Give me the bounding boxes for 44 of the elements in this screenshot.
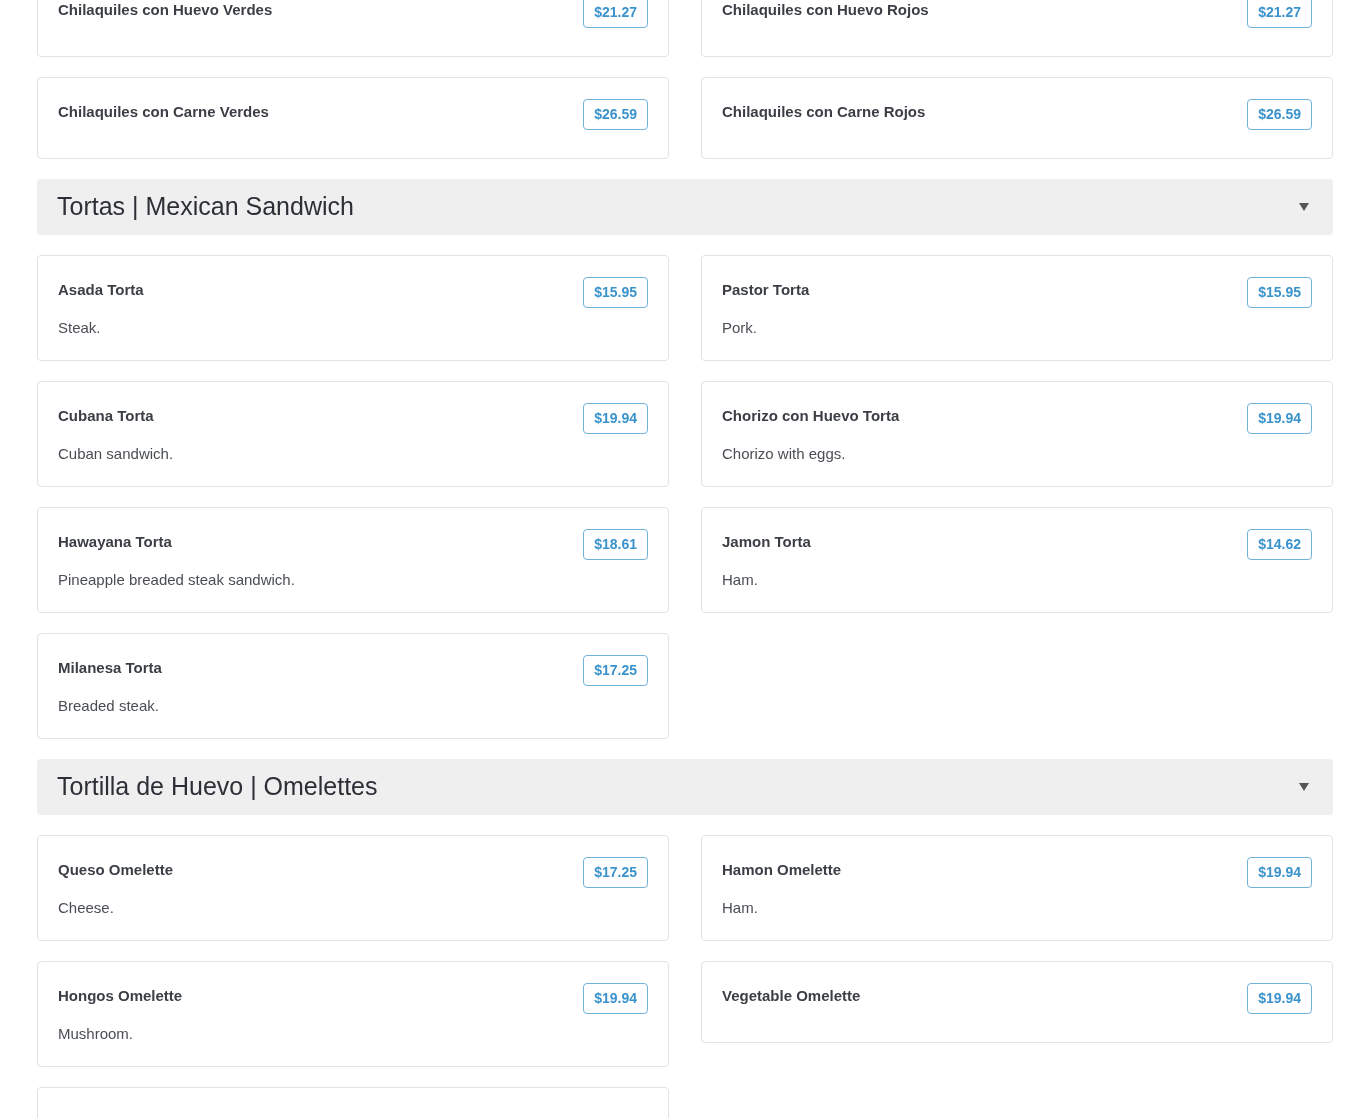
item-name: Chilaquiles con Huevo Verdes <box>58 0 273 20</box>
item-name: Pastor Torta <box>722 280 810 300</box>
item-price: $19.94 <box>1247 857 1312 888</box>
section-header[interactable]: Tortas | Mexican Sandwich <box>37 179 1333 235</box>
item-name: Hongos Omelette <box>58 986 183 1006</box>
item-price: $19.94 <box>1247 403 1312 434</box>
item-name: Cubana Torta <box>58 406 154 426</box>
item-price: $15.95 <box>1247 277 1312 308</box>
item-name: Hawayana Torta <box>58 532 172 552</box>
item-name: Asada Torta <box>58 280 144 300</box>
item-name: Hamon Omelette <box>722 860 842 880</box>
item-description: Chorizo with eggs. <box>722 444 847 464</box>
item-name: Queso Omelette <box>58 860 174 880</box>
item-description: Mushroom. <box>58 1024 135 1044</box>
item-name: Chorizo con Huevo Torta <box>722 406 900 426</box>
item-description: Pineapple breaded steak sandwich. <box>58 570 296 590</box>
item-price: $15.95 <box>583 277 648 308</box>
item-name: Chilaquiles con Carne Rojos <box>722 102 926 122</box>
section-title: Tortilla de Huevo | Omelettes <box>57 771 378 803</box>
item-price: $14.62 <box>1247 529 1312 560</box>
item-price: $19.94 <box>1247 983 1312 1014</box>
item-description: Cuban sandwich. <box>58 444 175 464</box>
item-description: Pork. <box>722 318 758 338</box>
item-description: Ham. <box>722 898 759 918</box>
item-price: $26.59 <box>583 99 648 130</box>
item-description: Steak. <box>58 318 102 338</box>
item-name: Chilaquiles con Huevo Rojos <box>722 0 929 20</box>
item-description: Cheese. <box>58 898 115 918</box>
item-price: $19.94 <box>583 983 648 1014</box>
item-price: $17.25 <box>583 655 648 686</box>
item-price: $17.25 <box>583 857 648 888</box>
section-header[interactable]: Tortilla de Huevo | Omelettes <box>37 759 1333 815</box>
item-price: $19.94 <box>583 403 648 434</box>
item-name: Jamon Torta <box>722 532 811 552</box>
item-description: Breaded steak. <box>58 696 160 716</box>
item-price: $18.61 <box>583 529 648 560</box>
item-name: Milanesa Torta <box>58 658 162 678</box>
item-price: $26.59 <box>1247 99 1312 130</box>
item-description: Ham. <box>722 570 759 590</box>
item-name: Vegetable Omelette <box>722 986 861 1006</box>
item-name: Chilaquiles con Carne Verdes <box>58 102 269 122</box>
item-price: $21.27 <box>1247 0 1312 28</box>
item-price: $21.27 <box>583 0 648 28</box>
section-title: Tortas | Mexican Sandwich <box>57 191 354 223</box>
